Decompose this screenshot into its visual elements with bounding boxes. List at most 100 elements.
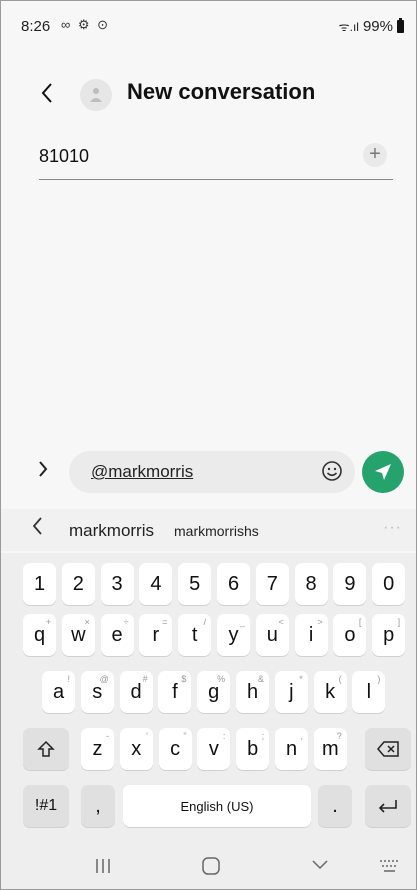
key-label: 3 xyxy=(111,572,123,595)
key-label: l xyxy=(366,680,372,703)
key-alt-symbol: = xyxy=(162,617,168,627)
status-bar: 8:26 ∞ ⚙ ⊙ ᯤ.ıl 99% xyxy=(1,1,416,49)
key-c[interactable]: c " xyxy=(158,728,192,770)
key-b[interactable]: b; xyxy=(236,728,270,770)
key-label: 1 xyxy=(33,572,46,595)
emoji-icon[interactable] xyxy=(321,460,343,482)
home-icon[interactable] xyxy=(201,856,221,876)
shift-key[interactable] xyxy=(23,728,69,770)
key-3[interactable]: 3 xyxy=(100,563,134,605)
suggestion-back-button[interactable] xyxy=(31,515,43,544)
recipient-field[interactable]: 81010 + xyxy=(39,141,393,180)
key-x[interactable]: x ' xyxy=(119,728,153,770)
key-1[interactable]: 1 xyxy=(23,563,56,605)
key-0[interactable]: 0 xyxy=(372,563,406,605)
key-r[interactable]: r = xyxy=(139,614,173,656)
suggestion-strip: markmorris markmorrishs ··· xyxy=(1,509,416,551)
key-d[interactable]: d # xyxy=(119,671,153,713)
key-z[interactable]: z- xyxy=(81,728,114,770)
key-j[interactable]: j * xyxy=(274,671,308,713)
key-h[interactable]: h & xyxy=(236,671,269,713)
key-alt-symbol: & xyxy=(257,674,264,684)
key-o[interactable]: o[ xyxy=(333,614,367,656)
keyboard-switch-icon[interactable] xyxy=(379,859,401,873)
key-label: v xyxy=(208,737,219,760)
key-label: i xyxy=(308,623,314,646)
keyboard-number-row: 1 2 3 4 5 6 7 8 9 0 xyxy=(1,563,416,607)
suggestion-primary[interactable]: markmorris xyxy=(69,521,154,541)
comma-key[interactable]: , xyxy=(81,785,115,827)
key-alt-symbol: [ xyxy=(358,617,362,627)
key-label: z xyxy=(92,737,103,760)
more-suggestions-button[interactable]: ··· xyxy=(383,519,402,537)
symbols-key[interactable]: !#1 xyxy=(23,785,69,827)
backspace-icon xyxy=(377,741,399,757)
key-g[interactable]: g% xyxy=(197,671,231,713)
key-label: 0 xyxy=(383,572,395,595)
key-y[interactable]: y _ xyxy=(217,614,250,656)
key-alt-symbol: , xyxy=(300,731,303,741)
key-a[interactable]: a! xyxy=(42,671,75,713)
space-key[interactable]: English (US) xyxy=(123,785,311,827)
key-label: d xyxy=(130,680,142,703)
key-k[interactable]: k( xyxy=(313,671,347,713)
key-8[interactable]: 8 xyxy=(294,563,328,605)
key-alt-symbol: < xyxy=(278,617,284,627)
key-q[interactable]: q + xyxy=(23,614,56,656)
message-text[interactable]: @markmorris xyxy=(91,462,193,482)
key-label: n xyxy=(285,737,298,760)
key-9[interactable]: 9 xyxy=(333,563,367,605)
key-v[interactable]: v: xyxy=(197,728,231,770)
status-time: 8:26 xyxy=(21,18,51,35)
keyboard-row-1: q + w × e ÷ r = t / y _ u < i > o[p] xyxy=(1,614,416,658)
key-l[interactable]: l) xyxy=(352,671,386,713)
chevron-left-icon xyxy=(41,83,52,103)
key-7[interactable]: 7 xyxy=(255,563,289,605)
key-6[interactable]: 6 xyxy=(217,563,250,605)
key-f[interactable]: f $ xyxy=(158,671,192,713)
person-icon xyxy=(90,88,102,102)
key-p[interactable]: p] xyxy=(372,614,406,656)
key-alt-symbol: % xyxy=(217,674,226,684)
key-4[interactable]: 4 xyxy=(139,563,173,605)
key-alt-symbol: " xyxy=(183,731,187,741)
key-label: c xyxy=(170,737,181,760)
status-right-group: ᯤ.ıl 99% xyxy=(339,18,404,35)
expand-options-button[interactable] xyxy=(37,459,49,485)
signal-icon: ᯤ.ıl xyxy=(338,20,359,34)
key-i[interactable]: i > xyxy=(294,614,328,656)
key-label: 6 xyxy=(227,572,240,595)
avatar[interactable] xyxy=(80,79,112,111)
send-button[interactable] xyxy=(362,451,404,493)
key-5[interactable]: 5 xyxy=(178,563,212,605)
compose-bar: @markmorris xyxy=(1,449,416,495)
key-e[interactable]: e ÷ xyxy=(100,614,134,656)
key-m[interactable]: m? xyxy=(313,728,347,770)
message-input[interactable]: @markmorris xyxy=(69,451,355,493)
key-w[interactable]: w × xyxy=(61,614,95,656)
key-label: f xyxy=(172,680,178,703)
recipient-value[interactable]: 81010 xyxy=(39,146,89,167)
suggestion-secondary[interactable]: markmorrishs xyxy=(174,523,259,539)
key-s[interactable]: s @ xyxy=(80,671,114,713)
key-n[interactable]: n, xyxy=(275,728,308,770)
key-alt-symbol: ? xyxy=(336,731,342,741)
hide-keyboard-icon[interactable] xyxy=(311,859,329,871)
key-label: y xyxy=(228,623,239,646)
key-label: k xyxy=(325,680,336,703)
keyboard-bottom-row: !#1 , English (US) . xyxy=(1,785,416,829)
key-u[interactable]: u < xyxy=(255,614,289,656)
period-key[interactable]: . xyxy=(318,785,352,827)
key-t[interactable]: t / xyxy=(178,614,212,656)
back-button[interactable] xyxy=(31,77,63,109)
key-label: 9 xyxy=(344,572,356,595)
chevron-left-icon xyxy=(32,517,42,535)
add-recipient-button[interactable]: + xyxy=(363,143,387,167)
key-2[interactable]: 2 xyxy=(61,563,95,605)
backspace-key[interactable] xyxy=(365,728,411,770)
key-label: 5 xyxy=(189,572,201,595)
key-alt-symbol: @ xyxy=(99,674,109,684)
enter-key[interactable] xyxy=(365,785,411,827)
recent-apps-icon[interactable] xyxy=(94,857,112,875)
send-icon xyxy=(375,464,391,480)
